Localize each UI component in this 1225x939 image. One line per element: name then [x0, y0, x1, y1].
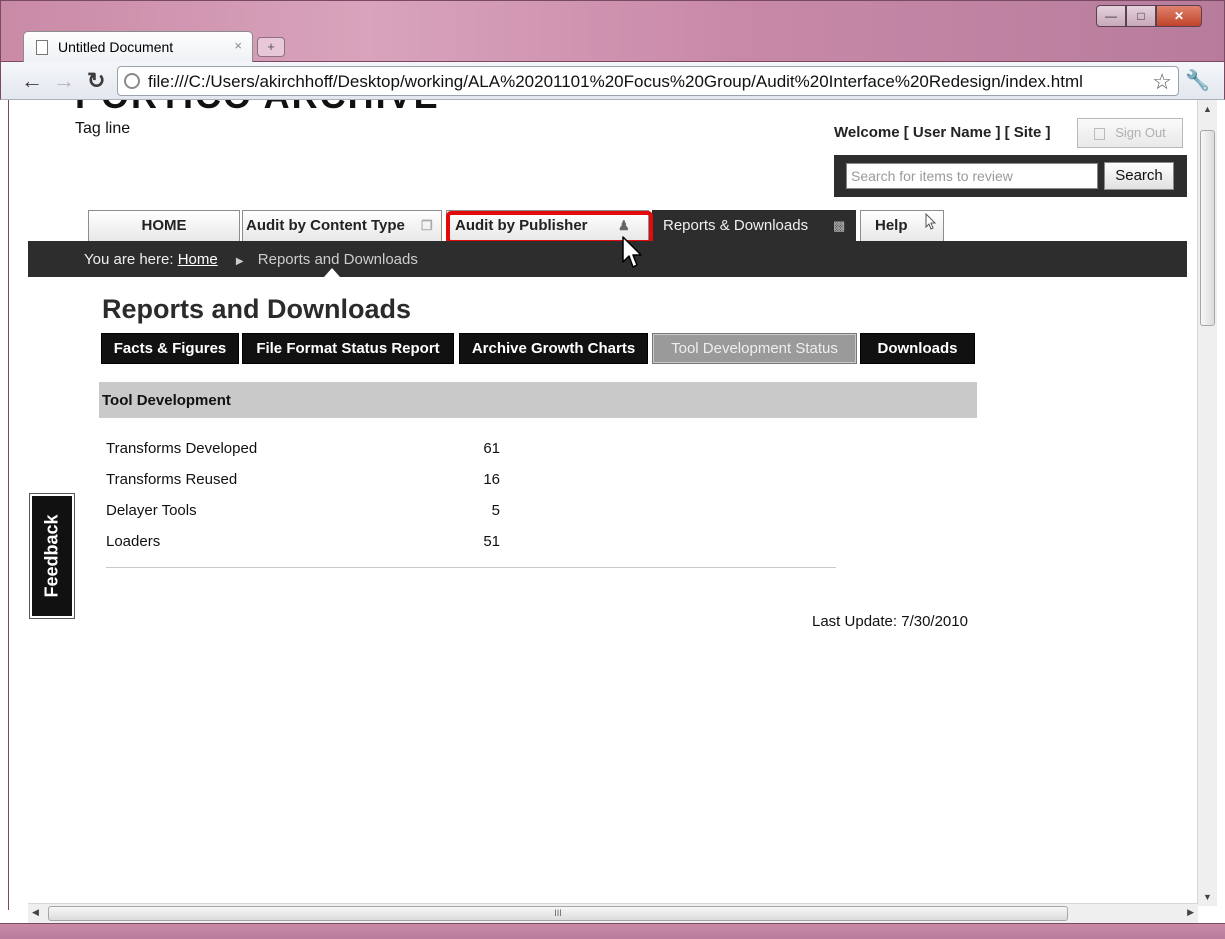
breadcrumb-pointer — [324, 268, 340, 277]
breadcrumb-prefix: You are here: — [84, 251, 174, 268]
sign-out-button[interactable]: Sign Out — [1077, 118, 1183, 148]
site-logo: PORTICO ARCHIVE — [75, 100, 440, 114]
stat-label: Delayer Tools — [106, 502, 197, 519]
back-arrow-icon[interactable]: ← — [21, 68, 43, 94]
search-input[interactable] — [846, 163, 1098, 189]
table-row: Delayer Tools 5 — [106, 498, 836, 529]
subtab-file-format-status[interactable]: File Format Status Report — [242, 333, 454, 364]
minimize-button[interactable]: — — [1096, 5, 1126, 27]
documents-icon: ❐ — [421, 218, 433, 233]
section-header: Tool Development — [99, 382, 977, 418]
browser-titlebar: Untitled Document × + — □ ✕ — [0, 0, 1225, 63]
browser-toolbar: ← → ↻ file:///C:/Users/akirchhoff/Deskto… — [0, 62, 1225, 100]
stat-value: 5 — [491, 502, 500, 519]
scroll-thumb[interactable]: III — [48, 906, 1068, 921]
subtab-facts-figures[interactable]: Facts & Figures — [101, 333, 239, 364]
tagline: Tag line — [75, 120, 131, 137]
scroll-down-icon[interactable]: ▼ — [1203, 892, 1212, 902]
tab-audit-content-type[interactable]: Audit by Content Type ❐ — [242, 210, 442, 241]
tab-reports-downloads[interactable]: Reports & Downloads ▩ — [652, 210, 856, 241]
address-bar[interactable]: file:///C:/Users/akirchhoff/Desktop/work… — [117, 66, 1179, 96]
last-update: Last Update: 7/30/2010 — [812, 613, 968, 630]
vertical-scrollbar[interactable]: ▲ ▼ — [1197, 100, 1217, 906]
page-title: Reports and Downloads — [102, 294, 412, 324]
subtab-downloads[interactable]: Downloads — [860, 333, 975, 364]
pointer-icon — [925, 213, 937, 230]
page-icon — [124, 73, 140, 89]
chevron-right-icon: ▶ — [235, 256, 244, 267]
table-row: Transforms Developed 61 — [106, 436, 836, 467]
table-row: Transforms Reused 16 — [106, 467, 836, 498]
table-row: Loaders 51 — [106, 529, 836, 560]
lock-icon — [1094, 127, 1106, 140]
divider — [106, 567, 836, 568]
tab-audit-content-type-label: Audit by Content Type — [246, 217, 405, 234]
bookmark-star-icon[interactable]: ☆ — [1152, 69, 1172, 95]
scroll-right-icon[interactable]: ▶ — [1187, 907, 1194, 918]
forward-arrow-icon[interactable]: → — [53, 68, 75, 94]
document-icon — [36, 40, 48, 55]
tab-title: Untitled Document — [58, 39, 174, 55]
section-title: Tool Development — [102, 392, 231, 409]
feedback-tab[interactable]: Feedback — [29, 493, 75, 619]
tab-home-label: HOME — [141, 217, 187, 234]
breadcrumb-bar: You are here: Home ▶ Reports and Downloa… — [28, 241, 1187, 277]
breadcrumb: You are here: Home ▶ Reports and Downloa… — [84, 251, 418, 268]
search-panel: Search — [834, 155, 1187, 197]
window-controls: — □ ✕ — [1096, 5, 1202, 27]
sign-out-label: Sign Out — [1115, 125, 1166, 140]
close-window-button[interactable]: ✕ — [1156, 5, 1202, 27]
subtab-tool-development[interactable]: Tool Development Status — [652, 333, 857, 364]
browser-tab[interactable]: Untitled Document × — [23, 31, 253, 63]
stat-value: 61 — [483, 440, 500, 457]
breadcrumb-current: Reports and Downloads — [257, 251, 418, 268]
window-frame-bottom — [0, 923, 1225, 939]
tab-home[interactable]: HOME — [88, 210, 240, 241]
maximize-button[interactable]: □ — [1126, 5, 1156, 27]
scroll-thumb[interactable] — [1200, 130, 1215, 326]
scroll-up-icon[interactable]: ▲ — [1203, 104, 1212, 114]
tab-reports-downloads-label: Reports & Downloads — [663, 217, 809, 234]
url-text[interactable]: file:///C:/Users/akirchhoff/Desktop/work… — [148, 72, 1083, 92]
close-icon[interactable]: × — [234, 38, 242, 53]
stat-label: Transforms Developed — [106, 440, 258, 457]
tab-help-label: Help — [875, 217, 908, 234]
search-button[interactable]: Search — [1104, 162, 1174, 190]
stat-value: 51 — [483, 533, 500, 550]
subtab-archive-growth[interactable]: Archive Growth Charts — [459, 333, 648, 364]
horizontal-scrollbar[interactable]: ◀ III ▶ — [28, 903, 1198, 923]
feedback-label: Feedback — [41, 514, 62, 598]
stat-label: Loaders — [106, 533, 161, 550]
stat-value: 16 — [483, 471, 500, 488]
wrench-icon[interactable]: 🔧 — [1185, 68, 1210, 93]
reload-icon[interactable]: ↻ — [87, 68, 105, 94]
stat-label: Transforms Reused — [106, 471, 238, 488]
scroll-left-icon[interactable]: ◀ — [32, 907, 39, 918]
breadcrumb-home-link[interactable]: Home — [178, 251, 218, 268]
new-tab-button[interactable]: + — [257, 37, 285, 57]
stats-table: Transforms Developed 61 Transforms Reuse… — [106, 436, 836, 560]
welcome-text: Welcome [ User Name ] [ Site ] — [834, 124, 1051, 141]
mouse-cursor-icon — [622, 236, 642, 268]
bar-chart-icon: ▩ — [833, 218, 846, 233]
